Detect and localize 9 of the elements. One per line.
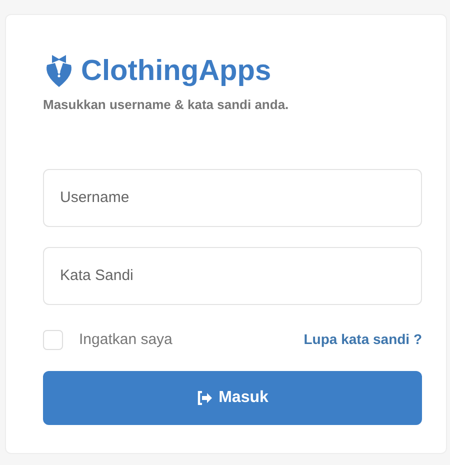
input-field[interactable]: Username (43, 168, 422, 226)
app-name: ClothingApps (81, 56, 272, 86)
remember-label: Ingatkan saya (79, 330, 172, 350)
remember-checkbox[interactable] (43, 330, 63, 350)
forgot-password-link[interactable]: Lupa kata sandi ? (304, 329, 422, 350)
sign-in-icon (196, 391, 213, 405)
login-button[interactable]: Masuk (43, 371, 422, 425)
input-field[interactable]: Kata Sandi (43, 246, 422, 304)
subtitle: Masukkan username & kata sandi anda. (43, 96, 290, 114)
